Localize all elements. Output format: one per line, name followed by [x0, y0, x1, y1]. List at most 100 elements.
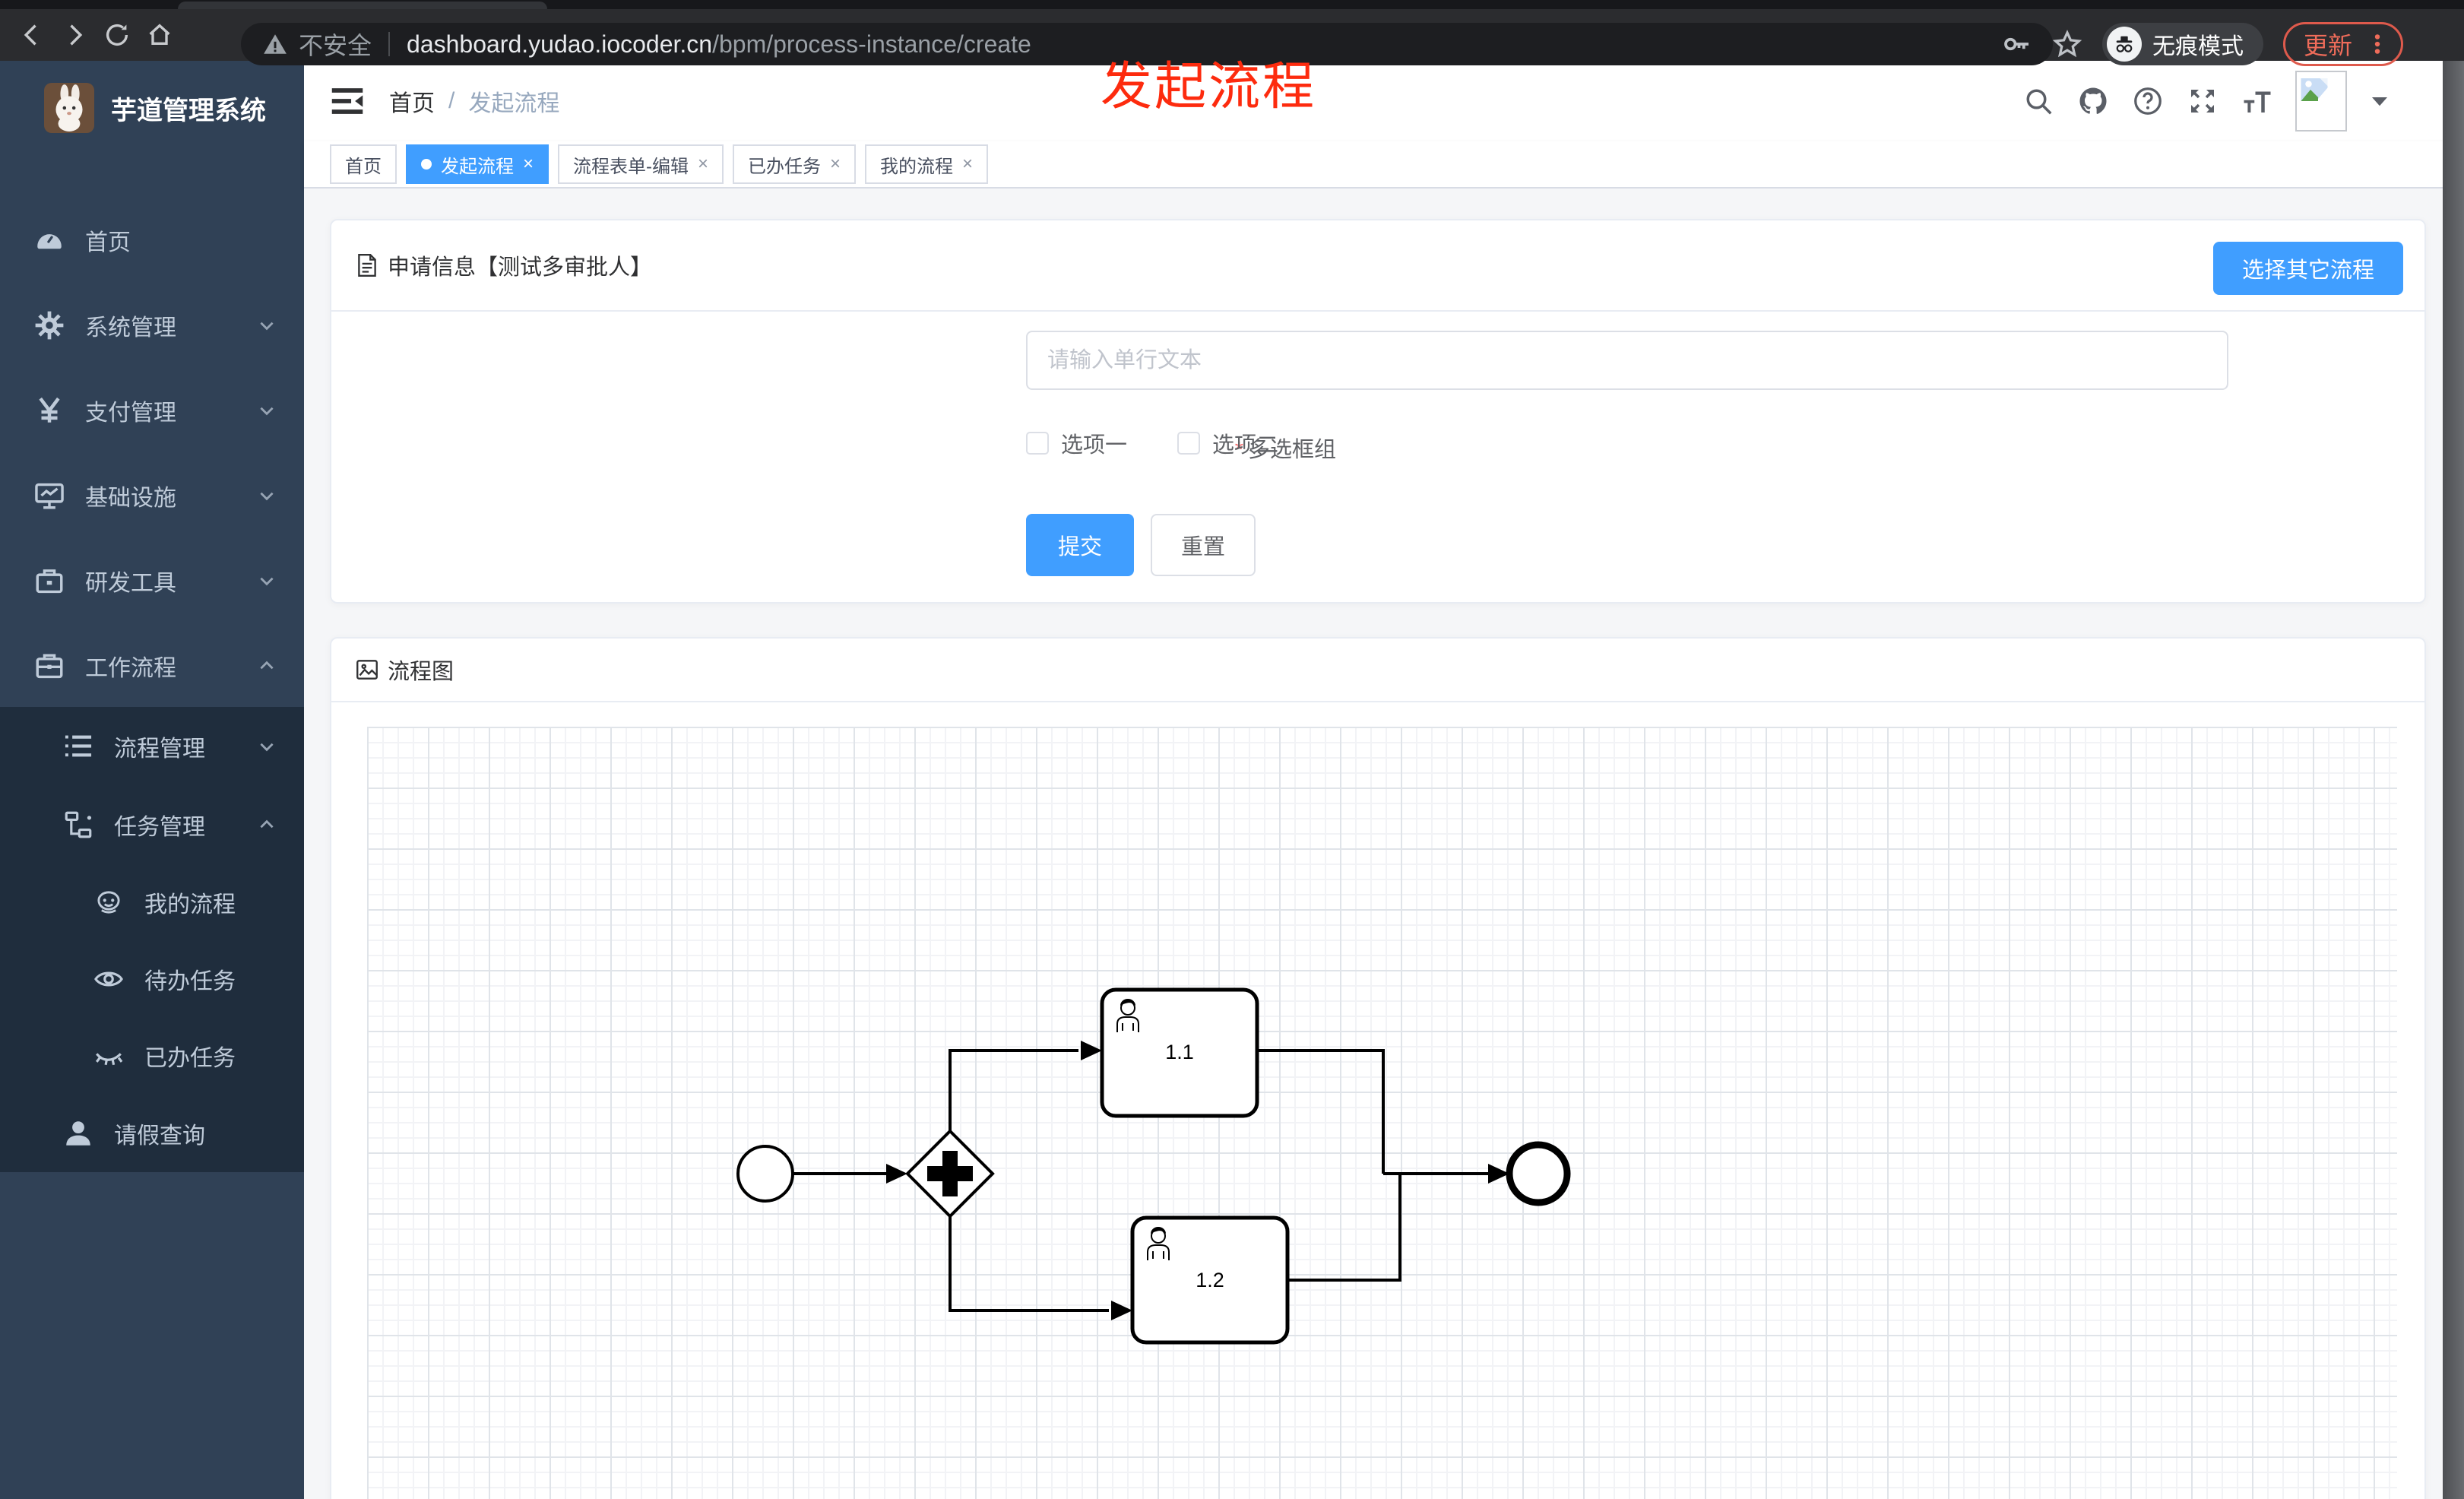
close-icon[interactable]: ×	[830, 155, 841, 173]
checkbox-group: 选项一 选项二	[1026, 420, 1278, 467]
sidebar-item-label: 研发工具	[85, 571, 176, 596]
update-label: 更新	[2303, 32, 2352, 59]
checkbox-label: 选项一	[1061, 433, 1128, 458]
sidebar: 芋道管理系统 首页 系统管理 支付管理 基础设施 研发工具 工作流程 流程管理 …	[0, 61, 304, 1499]
screenshot-root: 不安全 dashboard.yudao.iocoder.cn/bpm/proce…	[0, 0, 2464, 1499]
sidebar-item-done-tasks[interactable]: 已办任务	[0, 1017, 304, 1094]
checkbox-icon[interactable]	[1026, 432, 1049, 455]
chevron-down-icon	[257, 401, 277, 420]
password-key-icon[interactable]	[2002, 29, 2032, 59]
close-icon[interactable]: ×	[698, 155, 708, 173]
sidebar-collapse-icon[interactable]	[327, 81, 368, 122]
page-scrollbar[interactable]	[2443, 61, 2464, 1499]
fullscreen-icon[interactable]	[2186, 84, 2219, 118]
browser-menu-dots-icon[interactable]	[2364, 31, 2390, 57]
browser-toolbar-right: 无痕模式 更新	[2002, 18, 2403, 70]
sidebar-menu: 首页 系统管理 支付管理 基础设施 研发工具 工作流程	[0, 198, 304, 708]
tag-form-edit[interactable]: 流程表单-编辑 ×	[558, 144, 724, 184]
url-host: dashboard.yudao.iocoder.cn	[407, 30, 713, 58]
user-icon	[62, 1117, 94, 1149]
navbar-right	[2022, 61, 2391, 141]
sidebar-item-workflow[interactable]: 工作流程	[0, 623, 304, 708]
robot-face-icon	[93, 886, 125, 918]
insecure-warning-icon	[264, 34, 287, 54]
browser-update-button[interactable]: 更新	[2282, 22, 2403, 66]
apply-info-card: 申请信息【测试多审批人】 选择其它流程 *单行文本 *多选框组 选项一	[330, 219, 2426, 604]
browser-tab-strip	[0, 0, 2464, 9]
sidebar-item-todo-tasks[interactable]: 待办任务	[0, 940, 304, 1017]
github-icon[interactable]	[2076, 84, 2110, 118]
incognito-icon	[2106, 27, 2142, 62]
close-icon[interactable]: ×	[523, 155, 534, 173]
apply-info-card-header: 申请信息【测试多审批人】 选择其它流程	[331, 220, 2424, 312]
sidebar-submenu-workflow: 流程管理 任务管理 我的流程 待办任务 已办任务 请假查询	[0, 707, 304, 1172]
dashboard-icon	[33, 224, 65, 256]
submit-button[interactable]: 提交	[1026, 514, 1134, 576]
sidebar-logo[interactable]: 芋道管理系统	[0, 71, 304, 144]
select-other-process-button[interactable]: 选择其它流程	[2212, 242, 2403, 295]
sidebar-item-process-management[interactable]: 流程管理	[0, 707, 304, 785]
chevron-down-icon	[257, 315, 277, 335]
font-size-icon[interactable]	[2241, 84, 2274, 118]
tag-home[interactable]: 首页	[330, 144, 397, 184]
incognito-badge: 无痕模式	[2101, 23, 2263, 65]
breadcrumb-current: 发起流程	[468, 91, 560, 116]
annotation-overlay: 发起流程	[1101, 58, 1317, 116]
tag-my-process[interactable]: 我的流程 ×	[865, 144, 989, 184]
avatar[interactable]	[2295, 71, 2347, 132]
sidebar-item-label: 待办任务	[144, 968, 236, 994]
page-content: 申请信息【测试多审批人】 选择其它流程 *单行文本 *多选框组 选项一	[304, 189, 2464, 1499]
bpmn-user-task-2: 1.2	[1130, 1215, 1290, 1345]
home-icon[interactable]	[138, 14, 181, 56]
bpmn-canvas[interactable]: 1.1 1.2	[367, 727, 2397, 1499]
avatar-caret-icon[interactable]	[2368, 90, 2391, 113]
toolbox-icon	[33, 565, 65, 597]
checkbox-option-1[interactable]: 选项一	[1026, 427, 1127, 459]
forward-icon[interactable]	[53, 14, 96, 56]
help-icon[interactable]	[2131, 84, 2165, 118]
list-icon	[62, 730, 94, 762]
chevron-up-icon	[257, 815, 277, 835]
sidebar-item-system[interactable]: 系统管理	[0, 283, 304, 368]
main-area: 首页 / 发起流程 首页 发起流程 × 流程表单-编辑 × 已办任务 × 我的流…	[304, 61, 2464, 1499]
checkbox-icon[interactable]	[1177, 432, 1201, 455]
breadcrumb-home[interactable]: 首页	[389, 84, 435, 118]
tag-label: 首页	[345, 156, 382, 177]
sidebar-item-payment[interactable]: 支付管理	[0, 368, 304, 453]
reload-icon[interactable]	[96, 14, 138, 56]
bpmn-end-event	[1506, 1141, 1571, 1206]
sidebar-item-leave-query[interactable]: 请假查询	[0, 1094, 304, 1172]
tag-create-process[interactable]: 发起流程 ×	[406, 144, 549, 184]
sidebar-item-my-process[interactable]: 我的流程	[0, 864, 304, 940]
tag-label: 流程表单-编辑	[573, 156, 689, 177]
checkbox-option-2[interactable]: 选项二	[1177, 427, 1278, 459]
sidebar-item-infrastructure[interactable]: 基础设施	[0, 453, 304, 538]
monitor-icon	[33, 480, 65, 512]
bpmn-diagram: 1.1 1.2	[736, 987, 1571, 1345]
tree-icon	[62, 809, 94, 841]
sidebar-item-task-management[interactable]: 任务管理	[0, 785, 304, 864]
sidebar-item-home[interactable]: 首页	[0, 198, 304, 283]
bookmark-star-icon[interactable]	[2052, 29, 2082, 59]
process-diagram-card: 流程图 1.1 1.2	[330, 637, 2426, 1499]
apply-info-title: 申请信息【测试多审批人】	[388, 255, 653, 280]
close-icon[interactable]: ×	[962, 155, 973, 173]
back-icon[interactable]	[11, 14, 53, 56]
single-text-input[interactable]	[1026, 331, 2228, 390]
insecure-label: 不安全	[299, 32, 372, 59]
search-icon[interactable]	[2022, 84, 2055, 118]
reset-button[interactable]: 重置	[1151, 514, 1256, 576]
tag-label: 发起流程	[441, 156, 514, 177]
yen-icon	[33, 395, 65, 426]
chevron-down-icon	[257, 737, 277, 756]
browser-active-tab[interactable]	[178, 2, 547, 9]
sidebar-item-label: 任务管理	[114, 814, 205, 840]
sidebar-item-label: 我的流程	[144, 892, 236, 917]
bpmn-start-event	[736, 1145, 794, 1203]
sidebar-item-label: 已办任务	[144, 1045, 236, 1071]
sidebar-item-label: 基础设施	[85, 486, 176, 511]
eye-icon	[93, 963, 125, 995]
top-navbar: 首页 / 发起流程	[304, 61, 2464, 141]
tag-done-tasks[interactable]: 已办任务 ×	[733, 144, 857, 184]
sidebar-item-dev-tools[interactable]: 研发工具	[0, 538, 304, 623]
